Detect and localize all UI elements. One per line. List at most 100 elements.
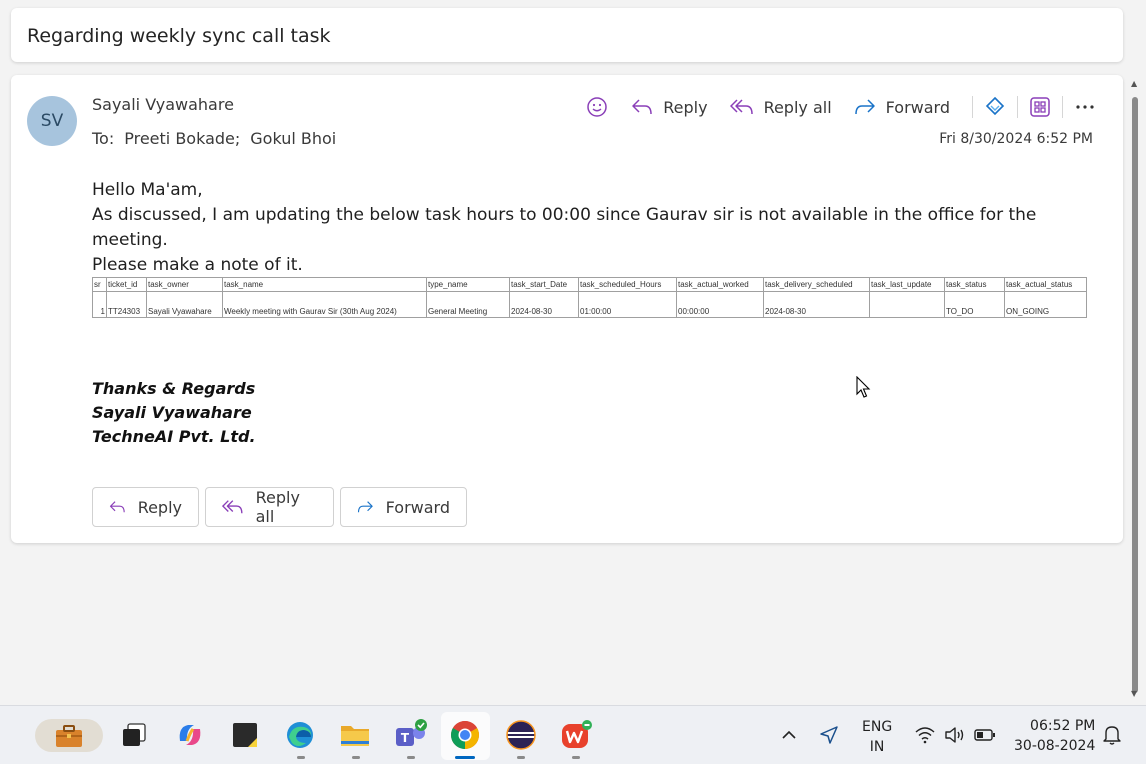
battery-icon[interactable] — [968, 718, 1002, 752]
running-indicator — [572, 756, 580, 759]
message-body: Hello Ma'am, As discussed, I am updating… — [92, 178, 1052, 278]
cell-task-name: Weekly meeting with Gaurav Sir (30th Aug… — [222, 291, 427, 318]
recipient-1[interactable]: Preeti Bokade; — [124, 129, 240, 148]
cell-last-update — [869, 291, 945, 318]
forward-label: Forward — [885, 97, 950, 117]
body-greeting: Hello Ma'am, — [92, 180, 203, 200]
bottom-reply-button[interactable]: Reply — [92, 487, 199, 527]
clock-time: 06:52 PM — [1030, 718, 1096, 734]
col-header-sr: sr — [92, 277, 107, 292]
body-line-1: As discussed, I am updating the below ta… — [92, 205, 1037, 250]
cell-actual-worked: 00:00:00 — [676, 291, 764, 318]
running-indicator — [517, 756, 525, 759]
col-header-task-name: task_name — [222, 277, 427, 292]
col-header-actual-status: task_actual_status — [1004, 277, 1087, 292]
forward-icon — [854, 99, 875, 115]
table-header-row: sr ticket_id task_owner task_name type_n… — [92, 277, 1087, 292]
vertical-scrollbar[interactable]: ▲ ▼ — [1128, 75, 1142, 700]
signature-line-2: Sayali Vyawahare — [92, 403, 252, 422]
signature-line-1: Thanks & Regards — [92, 379, 256, 398]
bottom-reply-label: Reply — [137, 497, 182, 517]
copilot-icon[interactable] — [173, 718, 207, 752]
loop-icon[interactable] — [983, 95, 1007, 119]
recipient-2[interactable]: Gokul Bhoi — [250, 129, 336, 148]
file-explorer-icon[interactable] — [338, 718, 372, 752]
language-code: ENG — [862, 719, 893, 735]
message-date: Fri 8/30/2024 6:52 PM — [939, 131, 1093, 147]
bottom-forward-label: Forward — [385, 497, 450, 517]
divider — [1062, 96, 1063, 118]
to-label: To: — [92, 129, 115, 148]
cell-scheduled-hours: 01:00:00 — [578, 291, 677, 318]
body-line-2: Please make a note of it. — [92, 255, 303, 275]
email-subject: Regarding weekly sync call task — [27, 25, 331, 47]
location-icon[interactable] — [812, 718, 846, 752]
col-header-last-update: task_last_update — [869, 277, 945, 292]
avatar[interactable]: SV — [27, 96, 77, 146]
cell-sr: 1 — [92, 291, 107, 318]
reply-button[interactable]: Reply — [631, 97, 708, 117]
region-code: IN — [869, 739, 885, 755]
emoji-reaction-icon[interactable] — [585, 95, 609, 119]
chrome-browser-icon[interactable] — [448, 718, 482, 752]
language-indicator[interactable]: ENG IN — [862, 717, 892, 757]
cell-actual-status: ON_GOING — [1004, 291, 1087, 318]
sticky-notes-icon[interactable] — [228, 718, 262, 752]
bottom-reply-buttons: Reply Reply all Forward — [92, 487, 467, 527]
task-table: sr ticket_id task_owner task_name type_n… — [92, 277, 1087, 318]
wifi-icon[interactable] — [908, 718, 942, 752]
reply-label: Reply — [663, 97, 708, 117]
running-indicator — [407, 756, 415, 759]
col-header-actual-worked: task_actual_worked — [676, 277, 764, 292]
volume-icon[interactable] — [938, 718, 972, 752]
running-indicator — [297, 756, 305, 759]
eclipse-ide-icon[interactable] — [504, 718, 538, 752]
clock-date: 30-08-2024 — [1014, 738, 1096, 754]
svg-text:T: T — [401, 731, 410, 745]
cell-start-date: 2024-08-30 — [509, 291, 579, 318]
message-card: SV Sayali Vyawahare To: Preeti Bokade; G… — [11, 75, 1123, 543]
col-header-ticket-id: ticket_id — [106, 277, 147, 292]
notification-bell-icon[interactable] — [1095, 718, 1129, 752]
scroll-down-arrow-icon[interactable]: ▼ — [1131, 689, 1137, 698]
col-header-start-date: task_start_Date — [509, 277, 579, 292]
table-row: 1 TT24303 Sayali Vyawahare Weekly meetin… — [92, 291, 1087, 318]
briefcase-widget-icon[interactable] — [35, 719, 103, 752]
bottom-reply-all-button[interactable]: Reply all — [205, 487, 334, 527]
reply-all-icon — [222, 500, 243, 514]
subject-card: Regarding weekly sync call task — [11, 8, 1123, 62]
wps-office-icon[interactable] — [559, 718, 593, 752]
col-header-type-name: type_name — [426, 277, 510, 292]
more-options-icon[interactable] — [1073, 95, 1097, 119]
reply-all-label: Reply all — [763, 97, 832, 117]
message-actions: Reply Reply all Forward — [585, 93, 1097, 121]
scroll-up-arrow-icon[interactable]: ▲ — [1131, 79, 1137, 88]
cell-type-name: General Meeting — [426, 291, 510, 318]
bottom-forward-button[interactable]: Forward — [340, 487, 467, 527]
apps-icon[interactable] — [1028, 95, 1052, 119]
forward-button[interactable]: Forward — [854, 98, 950, 117]
mouse-cursor-icon — [856, 376, 871, 398]
edge-browser-icon[interactable] — [283, 718, 317, 752]
task-view-icon[interactable] — [117, 718, 151, 752]
sender-name[interactable]: Sayali Vyawahare — [92, 95, 234, 114]
col-header-scheduled-hours: task_scheduled_Hours — [578, 277, 677, 292]
bottom-reply-all-label: Reply all — [255, 488, 300, 526]
scrollbar-thumb[interactable] — [1132, 97, 1138, 693]
divider — [1017, 96, 1018, 118]
col-header-task-owner: task_owner — [146, 277, 223, 292]
active-app-indicator — [455, 756, 475, 759]
cell-task-owner: Sayali Vyawahare — [146, 291, 223, 318]
cell-task-status: TO_DO — [944, 291, 1005, 318]
show-hidden-icons-chevron-icon[interactable] — [772, 718, 806, 752]
reply-icon — [109, 501, 125, 513]
cell-ticket-id: TT24303 — [106, 291, 147, 318]
reply-icon — [632, 99, 652, 115]
windows-taskbar: T ENG IN 06:52 PM 30-08-2024 — [0, 705, 1146, 764]
signature-line-3: TechneAI Pvt. Ltd. — [92, 427, 256, 446]
running-indicator — [352, 756, 360, 759]
cell-delivery-scheduled: 2024-08-30 — [763, 291, 870, 318]
teams-icon[interactable]: T — [393, 718, 427, 752]
reply-all-button[interactable]: Reply all — [729, 97, 832, 117]
system-clock[interactable]: 06:52 PM 30-08-2024 — [1014, 716, 1095, 756]
